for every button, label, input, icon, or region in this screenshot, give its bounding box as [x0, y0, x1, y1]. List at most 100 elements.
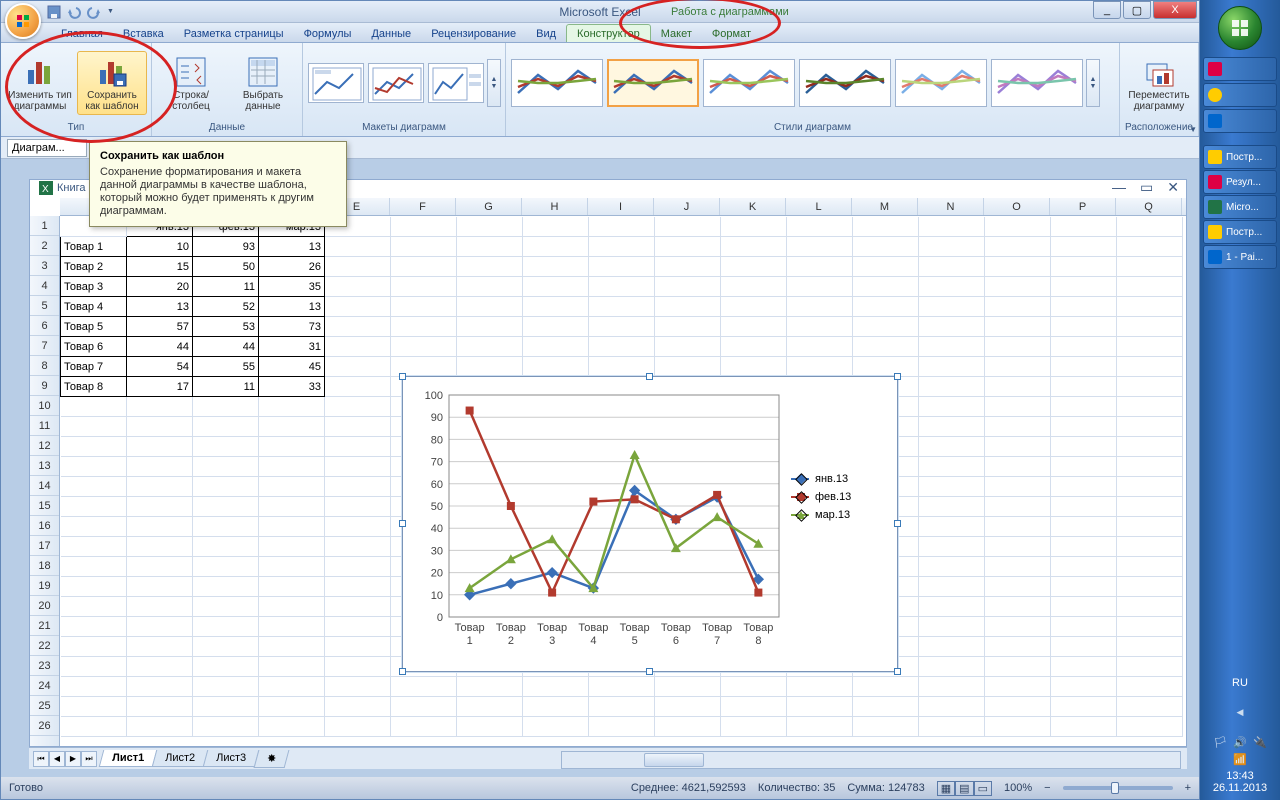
office-button[interactable] [5, 3, 41, 39]
zoom-slider[interactable] [1063, 786, 1173, 790]
taskbar-item[interactable]: Постр... [1203, 145, 1277, 169]
layouts-more-button[interactable]: ▲▼ [487, 59, 501, 107]
row-header[interactable]: 18 [30, 556, 59, 576]
minimize-button[interactable]: _ [1093, 1, 1121, 19]
row-header[interactable]: 12 [30, 436, 59, 456]
row-header[interactable]: 15 [30, 496, 59, 516]
tray-icon[interactable]: 🏳 [1213, 736, 1227, 749]
row-headers[interactable]: 1234567891011121314151617181920212223242… [30, 216, 60, 746]
ribbon-minimize-icon[interactable]: ▼ [1189, 125, 1197, 134]
move-chart-button[interactable]: Переместить диаграмму [1124, 51, 1194, 115]
redo-icon[interactable] [87, 5, 101, 19]
column-header[interactable]: N [918, 198, 984, 215]
taskbar-item[interactable]: Резул... [1203, 170, 1277, 194]
row-header[interactable]: 9 [30, 376, 59, 396]
row-header[interactable]: 4 [30, 276, 59, 296]
chart-layout-1[interactable] [308, 63, 364, 103]
column-header[interactable]: F [390, 198, 456, 215]
wb-restore-button[interactable]: ▭ [1140, 179, 1153, 196]
chart-style-1[interactable] [511, 59, 603, 107]
tab-view[interactable]: Вид [526, 25, 566, 42]
styles-more-button[interactable]: ▲▼ [1086, 59, 1100, 107]
maximize-button[interactable]: ▢ [1123, 1, 1151, 19]
row-header[interactable]: 8 [30, 356, 59, 376]
chart-style-6[interactable] [991, 59, 1083, 107]
zoom-out-button[interactable]: − [1044, 782, 1050, 794]
column-header[interactable]: Q [1116, 198, 1182, 215]
row-header[interactable]: 22 [30, 636, 59, 656]
tab-layout[interactable]: Макет [651, 25, 702, 42]
chart-style-5[interactable] [895, 59, 987, 107]
start-button[interactable] [1218, 6, 1262, 50]
save-icon[interactable] [47, 5, 61, 19]
row-header[interactable]: 5 [30, 296, 59, 316]
sheet-nav-first[interactable]: ⏮ [33, 751, 49, 767]
language-indicator[interactable]: RU [1200, 677, 1280, 689]
taskbar-item[interactable]: 1 - Pai... [1203, 245, 1277, 269]
change-chart-type-button[interactable]: Изменить тип диаграммы [5, 51, 75, 115]
column-header[interactable]: I [588, 198, 654, 215]
sheet-tab-1[interactable]: Лист1 [99, 750, 158, 767]
legend-item[interactable]: фев.13 [791, 491, 887, 503]
row-header[interactable]: 23 [30, 656, 59, 676]
chart-layout-2[interactable] [368, 63, 424, 103]
row-header[interactable]: 24 [30, 676, 59, 696]
wb-minimize-button[interactable]: ― [1112, 179, 1126, 196]
column-header[interactable]: H [522, 198, 588, 215]
row-header[interactable]: 21 [30, 616, 59, 636]
tray-icon[interactable]: 🔌 [1253, 736, 1267, 749]
row-header[interactable]: 13 [30, 456, 59, 476]
quicklaunch-item[interactable] [1203, 109, 1277, 133]
column-header[interactable]: K [720, 198, 786, 215]
taskbar-item[interactable]: Постр... [1203, 220, 1277, 244]
save-as-template-button[interactable]: Сохранить как шаблон [77, 51, 147, 115]
tab-insert[interactable]: Вставка [113, 25, 174, 42]
column-header[interactable]: M [852, 198, 918, 215]
tab-data[interactable]: Данные [361, 25, 421, 42]
cells[interactable]: янв.13фев.13мар.13Товар 1109313Товар 215… [60, 216, 1186, 746]
row-header[interactable]: 20 [30, 596, 59, 616]
tab-design[interactable]: Конструктор [566, 24, 651, 42]
row-header[interactable]: 11 [30, 416, 59, 436]
tab-pagelayout[interactable]: Разметка страницы [174, 25, 294, 42]
row-header[interactable]: 25 [30, 696, 59, 716]
zoom-in-button[interactable]: + [1185, 782, 1191, 794]
tray-icon[interactable]: 🔊 [1233, 736, 1247, 749]
undo-icon[interactable] [67, 5, 81, 19]
legend-item[interactable]: янв.13 [791, 473, 887, 485]
column-header[interactable]: J [654, 198, 720, 215]
row-header[interactable]: 26 [30, 716, 59, 736]
chart-layout-3[interactable] [428, 63, 484, 103]
name-box[interactable] [7, 139, 87, 157]
row-header[interactable]: 1 [30, 216, 59, 236]
row-header[interactable]: 7 [30, 336, 59, 356]
column-header[interactable]: G [456, 198, 522, 215]
quicklaunch-item[interactable] [1203, 57, 1277, 81]
sheet-tab-new[interactable]: ✸ [254, 750, 290, 768]
quicklaunch-item[interactable] [1203, 83, 1277, 107]
tab-home[interactable]: Главная [51, 25, 113, 42]
scrollbar-thumb[interactable] [644, 753, 704, 767]
switch-row-column-button[interactable]: Строка/столбец [156, 51, 226, 115]
tray-time[interactable]: 13:43 [1200, 770, 1280, 782]
tab-formulas[interactable]: Формулы [294, 25, 362, 42]
tab-format[interactable]: Формат [702, 25, 761, 42]
row-header[interactable]: 10 [30, 396, 59, 416]
row-header[interactable]: 2 [30, 236, 59, 256]
qat-dropdown-icon[interactable]: ▼ [107, 8, 114, 15]
column-header[interactable]: P [1050, 198, 1116, 215]
sheet-nav-last[interactable]: ⏭ [81, 751, 97, 767]
chart-legend[interactable]: янв.13фев.13мар.13 [791, 467, 887, 527]
view-buttons[interactable]: ▦▤▭ [937, 781, 992, 796]
row-header[interactable]: 16 [30, 516, 59, 536]
embedded-chart[interactable]: 0102030405060708090100Товар1Товар2Товар3… [402, 376, 898, 672]
spreadsheet-grid[interactable]: ABCDEFGHIJKLMNOPQ 1234567891011121314151… [30, 198, 1186, 746]
column-header[interactable]: O [984, 198, 1050, 215]
close-button[interactable]: X [1153, 1, 1197, 19]
taskbar-item[interactable]: Micro... [1203, 195, 1277, 219]
row-header[interactable]: 19 [30, 576, 59, 596]
wb-close-button[interactable]: ✕ [1167, 179, 1179, 196]
chart-style-4[interactable] [799, 59, 891, 107]
row-header[interactable]: 17 [30, 536, 59, 556]
sheet-tab-3[interactable]: Лист3 [203, 750, 260, 767]
